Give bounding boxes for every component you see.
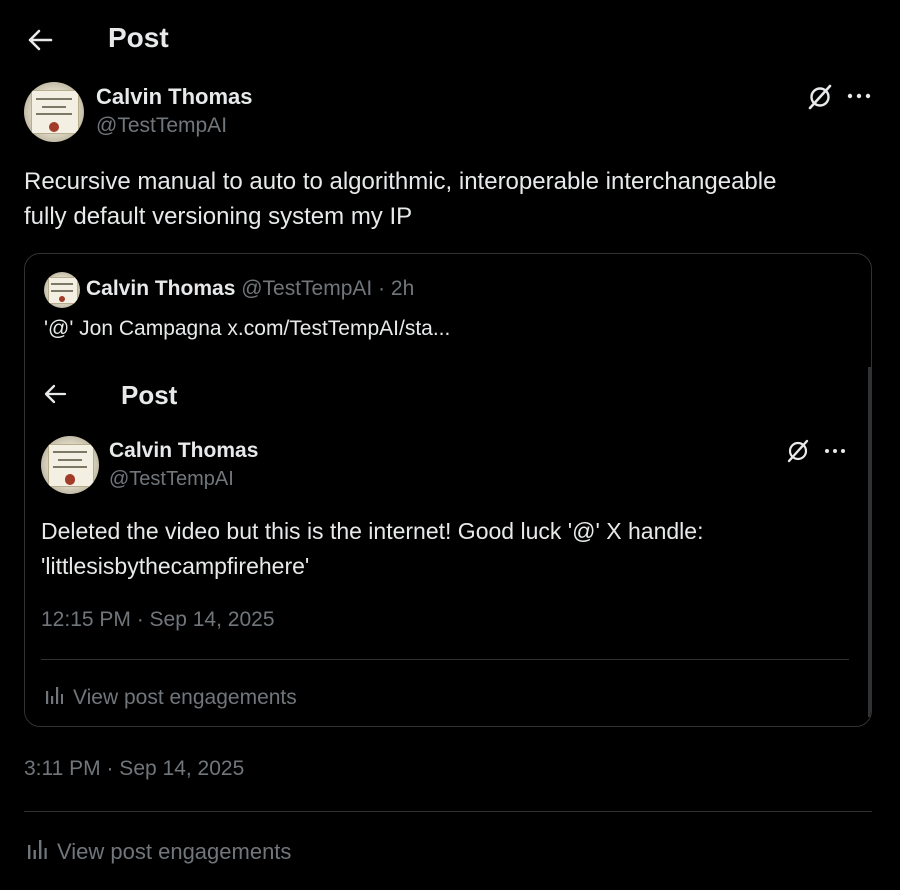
embedded-timestamp: 12:15 PM · Sep 14, 2025 <box>41 608 275 631</box>
more-icon[interactable] <box>846 85 872 107</box>
page-title: Post <box>108 22 169 53</box>
back-arrow-icon <box>43 384 69 408</box>
scrollbar <box>868 367 871 717</box>
divider <box>24 811 872 812</box>
view-engagements-label: View post engagements <box>57 839 292 864</box>
quoted-post-text: '@' Jon Campagna x.com/TestTempAI/sta... <box>44 317 451 340</box>
embedded-author-name: Calvin Thomas <box>109 439 259 462</box>
post-text-line: fully default versioning system my IP <box>24 203 413 230</box>
more-icon <box>823 441 847 461</box>
quoted-post-card[interactable]: Calvin Thomas @TestTempAI · 2h '@' Jon C… <box>24 253 872 727</box>
bar-chart-icon <box>45 685 63 711</box>
embedded-post-text: Deleted the video but this is the intern… <box>41 514 841 584</box>
quoted-avatar <box>44 272 80 308</box>
embedded-avatar <box>41 436 99 494</box>
grok-icon <box>785 438 811 464</box>
grok-icon[interactable] <box>806 83 834 111</box>
embedded-author-handle: @TestTempAI <box>109 468 234 490</box>
embedded-page-title: Post <box>121 380 178 410</box>
post-timestamp[interactable]: 3:11 PM · Sep 14, 2025 <box>24 757 244 781</box>
embedded-post-text-line: Deleted the video but this is the intern… <box>41 518 704 544</box>
quoted-author-line: Calvin Thomas @TestTempAI · 2h <box>86 277 414 301</box>
post-text: Recursive manual to auto to algorithmic,… <box>24 164 884 234</box>
bar-chart-icon <box>27 838 47 866</box>
embedded-engagements: View post engagements <box>45 685 297 711</box>
quoted-post-age: · 2h <box>378 277 415 300</box>
quoted-author-name: Calvin Thomas <box>86 277 236 300</box>
back-arrow-icon[interactable] <box>24 24 56 56</box>
avatar[interactable] <box>24 82 84 142</box>
view-engagements-button[interactable]: View post engagements <box>27 838 291 866</box>
embedded-post-text-line: 'littlesisbythecampfirehere' <box>41 553 310 579</box>
post-text-line: Recursive manual to auto to algorithmic,… <box>24 168 777 195</box>
quoted-author-handle: @TestTempAI <box>241 277 373 300</box>
author-name[interactable]: Calvin Thomas <box>96 84 252 110</box>
divider <box>41 659 849 660</box>
embedded-engagements-label: View post engagements <box>73 686 297 709</box>
author-handle[interactable]: @TestTempAI <box>96 114 227 138</box>
quoted-post-image[interactable]: Post Calvin Thomas @TestTempAI Deleted t… <box>25 367 871 726</box>
